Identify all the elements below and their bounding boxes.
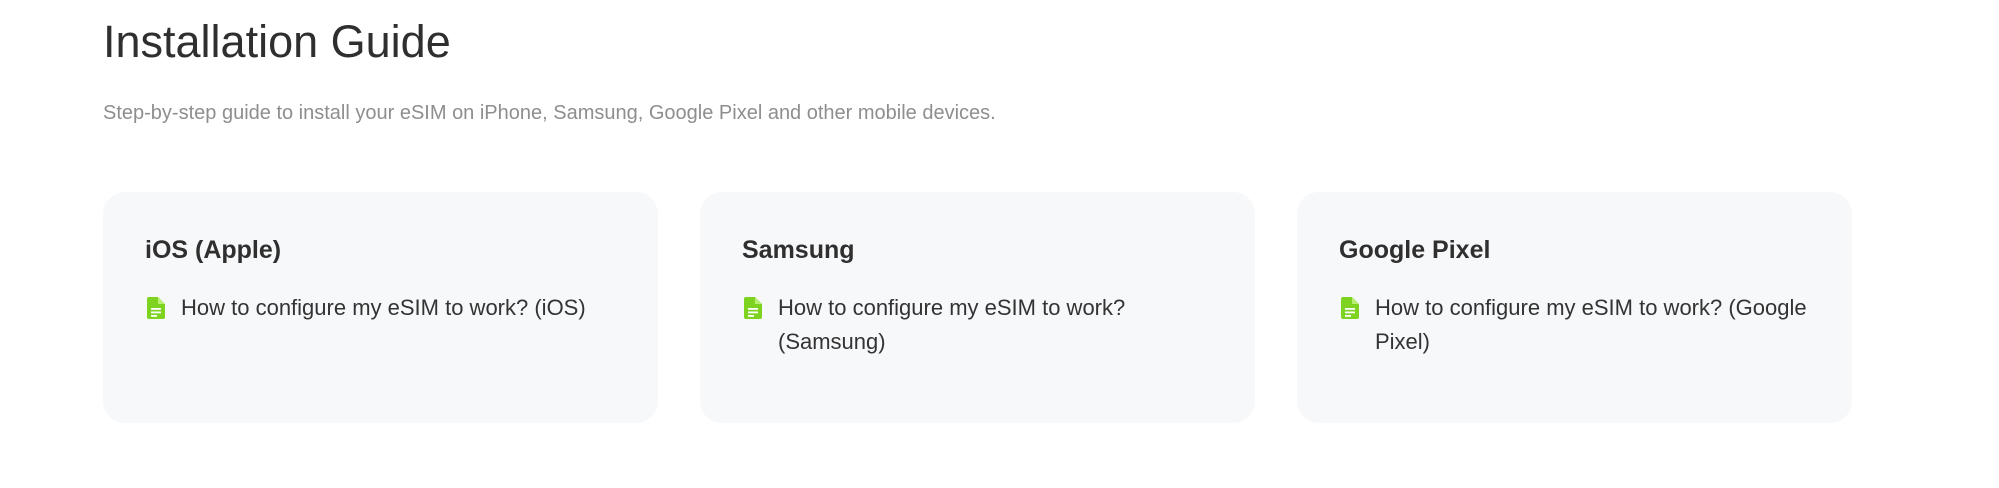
installation-guide-page: Installation Guide Step-by-step guide to… bbox=[0, 0, 1999, 488]
card-title-samsung: Samsung bbox=[742, 236, 855, 264]
card-google-pixel: Google Pixel How to configure my eSIM to… bbox=[1297, 192, 1852, 423]
article-link-samsung[interactable]: How to configure my eSIM to work? (Samsu… bbox=[742, 291, 1213, 359]
device-cards: iOS (Apple) How to configure my eSIM to … bbox=[103, 192, 1852, 423]
card-ios: iOS (Apple) How to configure my eSIM to … bbox=[103, 192, 658, 423]
article-link-google-pixel[interactable]: How to configure my eSIM to work? (Googl… bbox=[1339, 291, 1810, 359]
article-link-ios[interactable]: How to configure my eSIM to work? (iOS) bbox=[145, 291, 616, 325]
document-icon bbox=[145, 291, 167, 325]
card-title-google-pixel: Google Pixel bbox=[1339, 236, 1491, 264]
article-link-label: How to configure my eSIM to work? (Googl… bbox=[1375, 295, 1807, 354]
page-subtitle: Step-by-step guide to install your eSIM … bbox=[103, 102, 996, 124]
document-icon bbox=[742, 291, 764, 325]
article-link-label: How to configure my eSIM to work? (Samsu… bbox=[778, 295, 1126, 354]
article-link-label: How to configure my eSIM to work? (iOS) bbox=[181, 295, 586, 320]
document-icon bbox=[1339, 291, 1361, 325]
card-title-ios: iOS (Apple) bbox=[145, 236, 282, 264]
card-samsung: Samsung How to configure my eSIM to work… bbox=[700, 192, 1255, 423]
page-title: Installation Guide bbox=[103, 16, 451, 67]
